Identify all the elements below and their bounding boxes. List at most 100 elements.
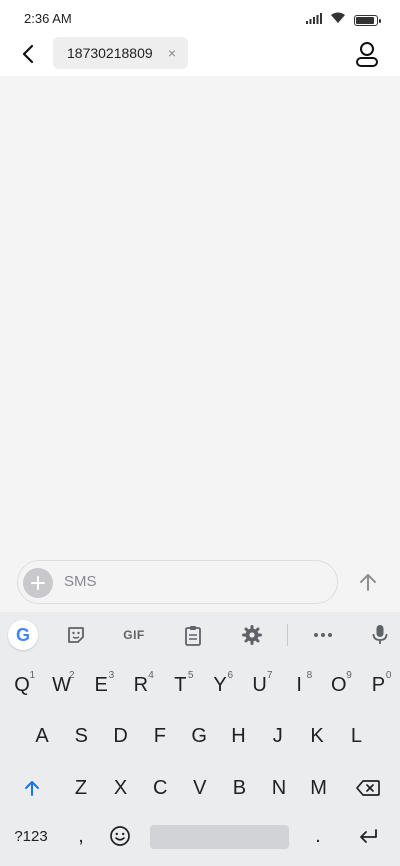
key-label: E (94, 673, 108, 696)
recipient-chip[interactable]: 18730218809 × (53, 37, 188, 69)
key-h[interactable]: H (224, 721, 254, 751)
google-letter: G (15, 624, 30, 645)
emoji-icon (110, 826, 130, 846)
key-number-hint: 0 (385, 670, 392, 681)
key-number-hint: 3 (108, 670, 115, 681)
composer: SMS (0, 556, 400, 612)
google-icon[interactable]: G (8, 620, 38, 650)
key-f[interactable]: F (145, 721, 175, 751)
back-button[interactable] (14, 40, 42, 68)
conversation-header: 18730218809 × (0, 36, 400, 76)
period-key[interactable]: . (303, 821, 333, 851)
settings-icon[interactable] (240, 624, 264, 646)
key-label: G (191, 724, 207, 747)
key-q[interactable]: Q1 (7, 670, 37, 700)
space-bar[interactable] (150, 825, 289, 849)
key-w[interactable]: W2 (47, 670, 77, 700)
key-number-hint: 5 (187, 670, 194, 681)
key-label: X (113, 776, 128, 799)
key-number-hint: 9 (346, 670, 352, 681)
backspace-icon (356, 780, 380, 796)
more-icon[interactable] (311, 624, 335, 646)
enter-icon (360, 829, 377, 843)
toolbar-divider (287, 624, 288, 646)
backspace-key[interactable] (352, 773, 384, 803)
key-k[interactable]: K (302, 721, 332, 751)
key-u[interactable]: U7 (245, 670, 275, 700)
key-number-hint: 7 (267, 670, 273, 681)
key-label: K (310, 724, 324, 747)
comma-key-label: , (78, 824, 84, 847)
key-l[interactable]: L (341, 721, 371, 751)
key-i[interactable]: I8 (284, 670, 314, 700)
key-r[interactable]: R4 (126, 670, 156, 700)
shift-key[interactable] (16, 773, 48, 803)
message-input[interactable]: SMS (64, 573, 97, 590)
comma-key[interactable]: , (66, 821, 96, 851)
key-label: O (331, 673, 347, 696)
gif-label: GIF (123, 628, 145, 642)
status-time: 2:36 AM (24, 11, 72, 26)
sticker-icon[interactable] (64, 624, 88, 646)
key-number-hint: 2 (69, 670, 75, 681)
key-label: I (296, 673, 302, 696)
conversation-area (0, 76, 400, 556)
key-d[interactable]: D (106, 721, 136, 751)
key-z[interactable]: Z (66, 773, 96, 803)
gif-icon[interactable]: GIF (120, 624, 148, 646)
plus-icon (31, 576, 45, 590)
key-label: F (153, 724, 166, 747)
key-v[interactable]: V (185, 773, 215, 803)
send-button[interactable] (356, 570, 380, 594)
keyboard: G GIF Q 1 W 2 E 3 R 4 T 5 Y 6 U 7 I 8 O … (0, 612, 400, 866)
key-label: J (272, 724, 283, 747)
key-m[interactable]: M (304, 773, 334, 803)
key-label: A (35, 724, 49, 747)
clipboard-icon[interactable] (181, 624, 205, 646)
arrow-up-icon (360, 574, 376, 591)
key-e[interactable]: E3 (86, 670, 116, 700)
key-t[interactable]: T5 (165, 670, 195, 700)
key-j[interactable]: J (263, 721, 293, 751)
key-c[interactable]: C (145, 773, 175, 803)
key-label: Y (213, 673, 227, 696)
period-key-label: . (315, 824, 321, 847)
contact-button[interactable] (354, 40, 380, 68)
key-label: S (74, 724, 88, 747)
key-label: N (271, 776, 287, 799)
key-p[interactable]: P0 (363, 670, 393, 700)
key-number-hint: 6 (227, 670, 233, 681)
key-number-hint: 8 (306, 670, 313, 681)
enter-key[interactable] (352, 821, 384, 851)
emoji-key[interactable] (105, 821, 135, 851)
key-label: D (113, 724, 128, 747)
key-label: Q (14, 673, 30, 696)
key-label: T (174, 673, 187, 696)
key-s[interactable]: S (66, 721, 96, 751)
key-g[interactable]: G (184, 721, 214, 751)
key-n[interactable]: N (264, 773, 294, 803)
person-icon (356, 42, 378, 67)
signal-icon (306, 11, 322, 29)
key-label: R (133, 673, 149, 696)
key-a[interactable]: A (27, 721, 57, 751)
key-o[interactable]: O9 (324, 670, 354, 700)
key-label: V (193, 776, 207, 799)
compose-field[interactable]: SMS (17, 560, 338, 604)
chevron-left-icon (22, 44, 34, 64)
close-icon[interactable]: × (168, 45, 176, 61)
key-number-hint: 4 (148, 670, 154, 681)
battery-charging-icon (354, 14, 381, 26)
key-x[interactable]: X (106, 773, 136, 803)
key-y[interactable]: Y6 (205, 670, 235, 700)
status-icons (306, 11, 381, 29)
symbols-key[interactable]: ?123 (6, 821, 56, 851)
key-number-hint: 1 (29, 670, 35, 681)
key-b[interactable]: B (224, 773, 254, 803)
wifi-icon (330, 11, 346, 29)
mic-icon[interactable] (368, 624, 392, 646)
key-label: M (310, 776, 327, 799)
recipient-number: 18730218809 (67, 45, 153, 61)
status-bar: 2:36 AM (0, 0, 400, 36)
add-attachment-button[interactable] (23, 568, 53, 598)
